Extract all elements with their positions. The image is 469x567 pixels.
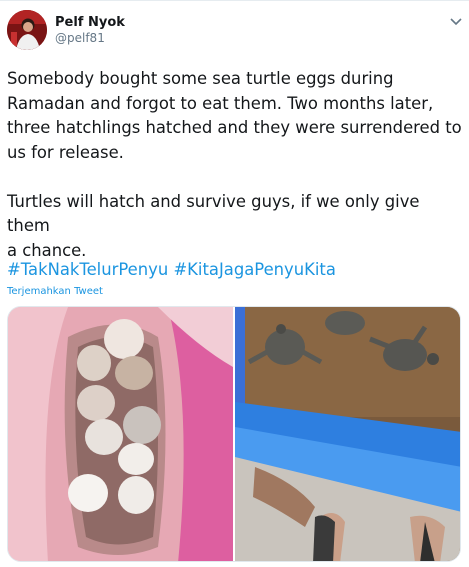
- tweet-card: Pelf Nyok @pelf81 Somebody bought some s…: [0, 0, 469, 567]
- media-grid: [7, 306, 461, 562]
- hashtag-row: #TakNakTelurPenyu #KitaJagaPenyuKita: [7, 258, 336, 282]
- photo-turtle-hatchlings[interactable]: [235, 307, 460, 561]
- author-name[interactable]: Pelf Nyok: [55, 15, 125, 30]
- author-handle[interactable]: @pelf81: [55, 31, 105, 45]
- hashtag-link[interactable]: #KitaJagaPenyuKita: [173, 260, 335, 279]
- chevron-down-icon[interactable]: [449, 12, 463, 26]
- hashtag-link[interactable]: #TakNakTelurPenyu: [7, 260, 168, 279]
- divider: [0, 0, 469, 1]
- avatar[interactable]: [7, 10, 47, 50]
- tweet-text: Somebody bought some sea turtle eggs dur…: [7, 69, 462, 260]
- photo-turtle-eggs[interactable]: [8, 307, 233, 561]
- translate-link[interactable]: Terjemahkan Tweet: [7, 286, 103, 297]
